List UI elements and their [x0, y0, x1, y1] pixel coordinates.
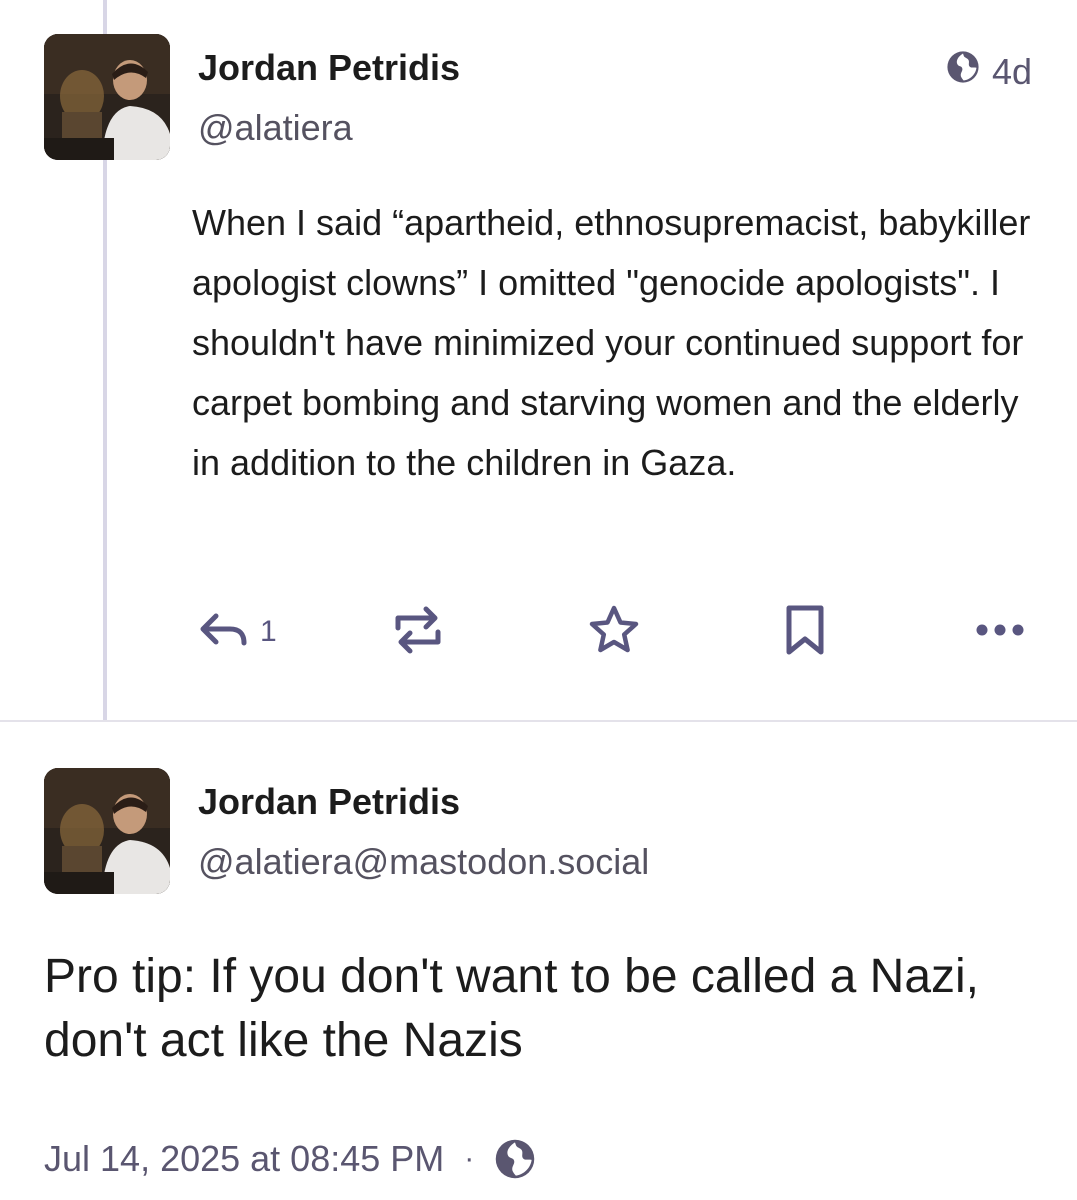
- post-timestamp[interactable]: Jul 14, 2025 at 08:45 PM: [44, 1138, 444, 1180]
- post-meta: 4d: [946, 50, 1032, 93]
- reply-icon: [198, 610, 250, 655]
- avatar-image: [44, 34, 170, 160]
- bookmark-button[interactable]: [784, 600, 826, 664]
- avatar[interactable]: [44, 34, 170, 160]
- post-action-bar: 1: [0, 600, 1077, 664]
- author-handle[interactable]: @alatiera: [198, 107, 353, 149]
- favourite-button[interactable]: [588, 600, 640, 664]
- separator-dot: ·: [464, 1142, 475, 1175]
- post-content: Pro tip: If you don't want to be called …: [44, 950, 980, 1067]
- globe-icon: [946, 50, 980, 93]
- time-ago[interactable]: 4d: [992, 51, 1032, 93]
- author-name[interactable]: Jordan Petridis: [198, 47, 460, 89]
- author-name[interactable]: Jordan Petridis: [198, 781, 460, 823]
- post-content: When I said “apartheid, ethnosupremacist…: [192, 202, 1031, 483]
- post-divider: [0, 720, 1077, 722]
- boost-icon: [394, 604, 442, 661]
- globe-icon: [494, 1138, 536, 1180]
- post-footer: Jul 14, 2025 at 08:45 PM ·: [44, 1138, 536, 1180]
- favourite-icon: [588, 604, 640, 661]
- bookmark-icon: [784, 604, 826, 661]
- reply-count: 1: [260, 615, 277, 648]
- reply-button[interactable]: 1: [198, 600, 277, 664]
- more-icon: [975, 622, 1025, 643]
- avatar-image: [44, 768, 170, 894]
- avatar[interactable]: [44, 768, 170, 894]
- more-options-button[interactable]: [975, 600, 1025, 664]
- boost-button[interactable]: [394, 600, 442, 664]
- author-handle[interactable]: @alatiera@mastodon.social: [198, 841, 649, 883]
